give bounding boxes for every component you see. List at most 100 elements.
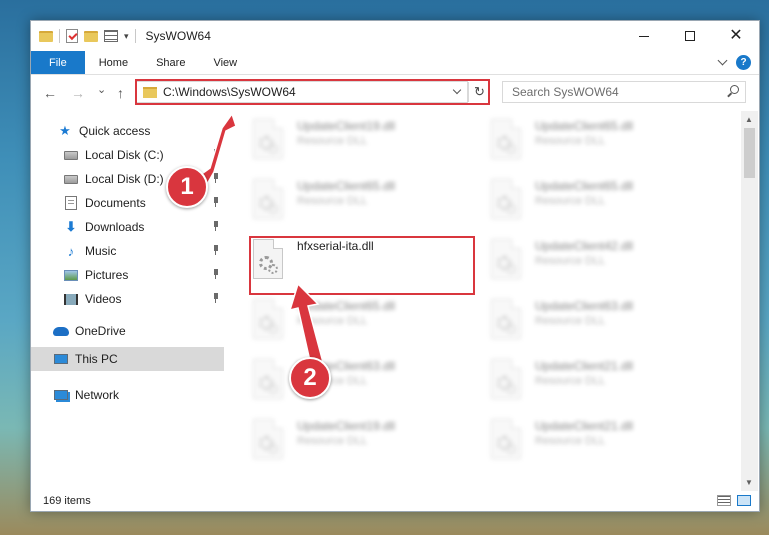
dll-file-icon (253, 419, 283, 459)
pin-icon[interactable] (212, 173, 220, 183)
file-tile[interactable]: UpdateClient65.dll Resource DLL (225, 291, 461, 347)
dll-file-icon (491, 299, 521, 339)
scroll-up-icon[interactable]: ▲ (745, 115, 753, 124)
pin-icon[interactable] (212, 221, 220, 231)
file-tile[interactable]: UpdateClient19.dll Resource DLL (225, 411, 461, 467)
sidebar-item-label: Quick access (79, 124, 151, 138)
sidebar-item-network[interactable]: Network (31, 383, 224, 407)
sidebar-item-videos[interactable]: Videos (31, 287, 224, 311)
up-button[interactable]: ↑ (117, 85, 124, 101)
file-type: Resource DLL (297, 315, 368, 327)
sidebar-item-this-pc[interactable]: This PC (31, 347, 224, 371)
sidebar-item-label: OneDrive (75, 324, 126, 338)
file-tile[interactable]: UpdateClient65.dll Resource DLL (463, 111, 699, 167)
file-tile[interactable]: UpdateClient19.dll Resource DLL (225, 111, 461, 167)
file-type: Resource DLL (297, 135, 368, 147)
sidebar-item-label: Documents (85, 196, 146, 210)
window-title: SysWOW64 (145, 29, 211, 43)
dll-file-icon (253, 179, 283, 219)
file-tile[interactable]: UpdateClient63.dll Resource DLL (463, 291, 699, 347)
pin-icon[interactable] (212, 149, 220, 159)
drive-icon (63, 148, 79, 162)
scroll-down-icon[interactable]: ▼ (745, 478, 753, 487)
maximize-button[interactable] (667, 21, 713, 51)
folder-icon (39, 30, 53, 42)
file-type: Resource DLL (535, 435, 606, 447)
help-icon[interactable]: ? (736, 55, 751, 70)
qat-separator-2 (134, 29, 136, 43)
tab-file[interactable]: File (31, 51, 85, 74)
scrollbar-thumb[interactable] (744, 128, 755, 178)
forward-button[interactable]: → (71, 85, 85, 101)
sidebar-item-label: This PC (75, 352, 118, 366)
step-1-callout: 1 (166, 166, 208, 208)
file-tile[interactable]: UpdateClient65.dll Resource DLL (225, 171, 461, 227)
minimize-button[interactable] (621, 21, 667, 51)
status-bar: 169 items (31, 491, 759, 511)
file-name: UpdateClient21.dll (535, 359, 634, 373)
drive-icon (63, 172, 79, 186)
close-button[interactable]: ✕ (713, 21, 759, 51)
pictures-icon (63, 268, 79, 282)
view-switcher (717, 495, 751, 506)
maximize-icon (685, 31, 695, 41)
customize-qat-icon[interactable]: ▾ (124, 31, 129, 42)
quick-access-toolbar: ▾ (31, 21, 136, 51)
new-folder-icon[interactable] (84, 30, 98, 42)
dll-file-icon (491, 239, 521, 279)
downloads-icon: ⬇ (65, 219, 77, 234)
pin-icon[interactable] (212, 293, 220, 303)
sidebar-item-quick-access[interactable]: ★ Quick access (31, 119, 224, 143)
back-button[interactable]: ← (43, 85, 57, 101)
window-controls: ✕ (621, 21, 759, 51)
view-menu-icon[interactable] (104, 30, 118, 42)
sidebar-item-label: Local Disk (D:) (85, 172, 164, 186)
sidebar-item-label: Downloads (85, 220, 145, 234)
tab-home[interactable]: Home (85, 51, 142, 74)
file-type: Resource DLL (297, 435, 368, 447)
sidebar-item-downloads[interactable]: ⬇ Downloads (31, 215, 224, 239)
file-name: UpdateClient65.dll (297, 179, 396, 193)
tab-share[interactable]: Share (142, 51, 199, 74)
dll-file-icon (491, 119, 521, 159)
file-tile[interactable]: UpdateClient21.dll Resource DLL (463, 411, 699, 467)
file-type: Resource DLL (535, 255, 606, 267)
item-count: 169 items (43, 495, 91, 507)
sidebar-item-label: Music (85, 244, 117, 258)
sidebar-item-pictures[interactable]: Pictures (31, 263, 224, 287)
sidebar-item-music[interactable]: ♪ Music (31, 239, 224, 263)
dll-file-icon (491, 419, 521, 459)
videos-icon (63, 292, 79, 306)
sidebar-item-label: Network (75, 388, 120, 402)
search-icon[interactable] (727, 85, 739, 96)
sidebar-item-local-disk-c[interactable]: Local Disk (C:) (31, 143, 224, 167)
dll-file-icon (491, 179, 521, 219)
file-type: Resource DLL (535, 195, 606, 207)
file-tile[interactable]: UpdateClient42.dll Resource DLL (463, 231, 699, 287)
sidebar-item-onedrive[interactable]: OneDrive (31, 319, 224, 343)
file-tile[interactable]: UpdateClient21.dll Resource DLL (463, 351, 699, 407)
qat-separator (59, 29, 60, 43)
tab-view[interactable]: View (199, 51, 251, 74)
pin-icon[interactable] (212, 197, 220, 207)
expand-ribbon-icon[interactable] (717, 55, 728, 66)
vertical-scrollbar[interactable]: ▲ ▼ (741, 111, 758, 491)
dll-file-icon (253, 119, 283, 159)
file-type: Resource DLL (297, 195, 368, 207)
details-view-icon[interactable] (717, 495, 731, 506)
file-name: UpdateClient63.dll (535, 299, 634, 313)
pin-icon[interactable] (212, 245, 220, 255)
recent-locations-button[interactable]: ⌄ (97, 83, 106, 96)
sidebar-item-label: Pictures (85, 268, 129, 282)
tiles-view-icon[interactable] (737, 495, 751, 506)
sidebar-item-label: Videos (85, 292, 122, 306)
search-input[interactable]: Search SysWOW64 (502, 81, 746, 103)
properties-icon[interactable] (66, 29, 78, 43)
file-tile[interactable]: UpdateClient65.dll Resource DLL (463, 171, 699, 227)
file-type: Resource DLL (535, 315, 606, 327)
address-row: ← → ⌄ ↑ C:\Windows\SysWOW64 ↻ Search Sys… (31, 76, 759, 110)
pin-icon[interactable] (212, 269, 220, 279)
file-tile[interactable]: UpdateClient63.dll Resource DLL (225, 351, 461, 407)
title-bar: ▾ SysWOW64 ✕ (31, 21, 759, 51)
close-icon: ✕ (729, 27, 743, 44)
